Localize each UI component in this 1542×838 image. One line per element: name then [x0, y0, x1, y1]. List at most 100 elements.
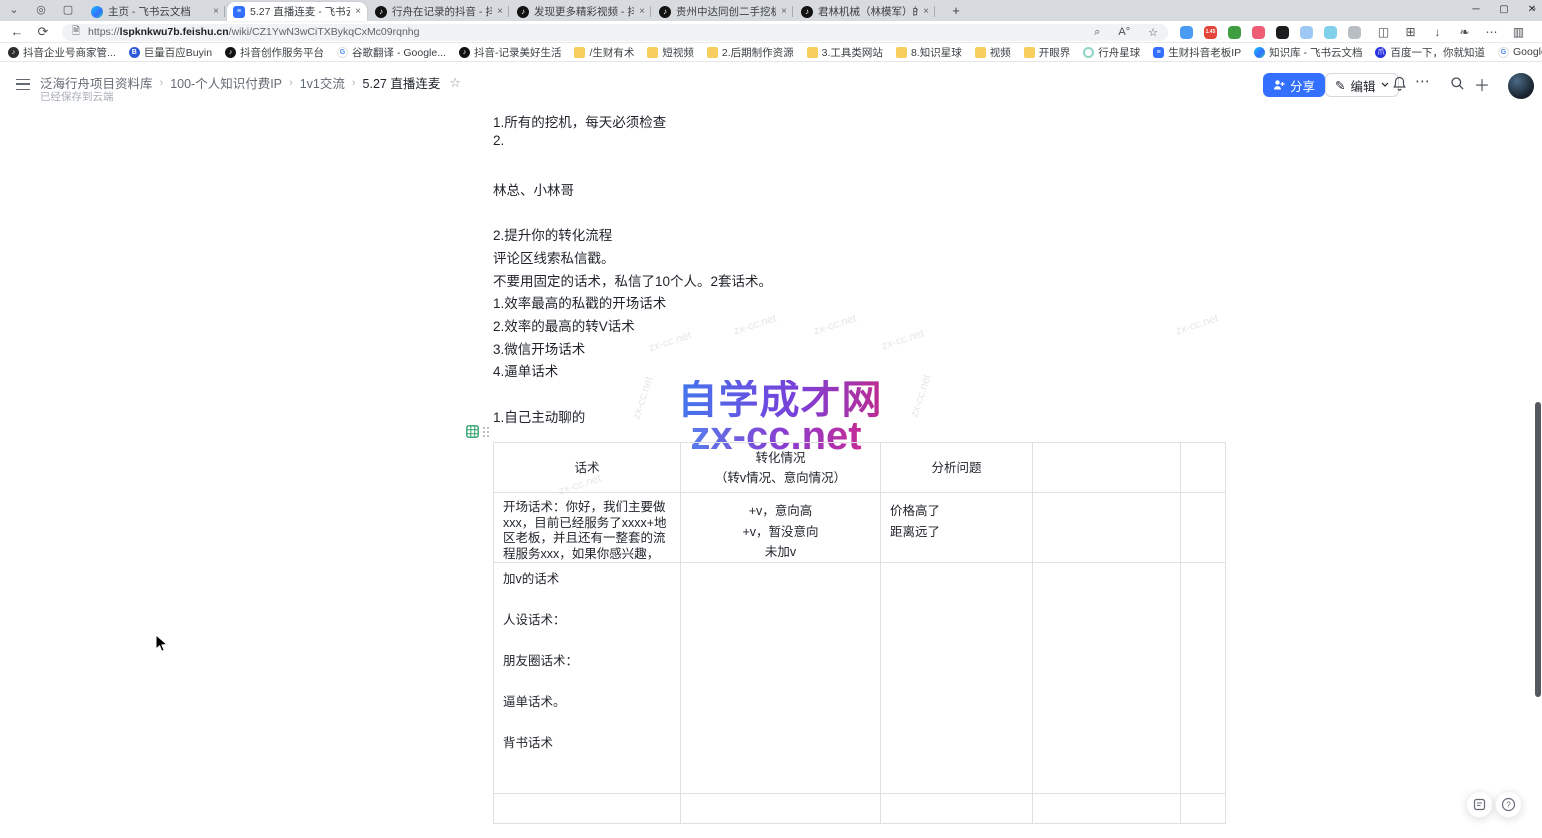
help-button[interactable]: ?: [1495, 791, 1522, 818]
tab-close-icon[interactable]: ×: [213, 6, 219, 17]
bookmark-item[interactable]: 开眼界: [1024, 45, 1071, 60]
ext-dark-square-icon[interactable]: [1276, 26, 1289, 39]
table-cell[interactable]: [494, 794, 681, 824]
tab-close-icon[interactable]: ×: [781, 6, 787, 17]
bookmarks-overflow-chevron[interactable]: ›: [1532, 3, 1536, 15]
table-cell[interactable]: 转化情况（转v情况、意向情况）: [681, 443, 881, 493]
douyin-icon: ♪: [459, 47, 470, 58]
table-cell[interactable]: [1033, 794, 1181, 824]
table-cell[interactable]: 开场话术：你好，我们主要做xxx，目前已经服务了xxxx+地区老板，并且还有一整…: [494, 493, 681, 563]
minimize-button[interactable]: ─: [1462, 0, 1490, 20]
feishu-table[interactable]: 话术转化情况（转v情况、意向情况）分析问题开场话术：你好，我们主要做xxx，目前…: [493, 442, 1226, 824]
favorite-star-icon[interactable]: ☆: [449, 75, 461, 91]
new-tab-button[interactable]: +: [948, 3, 964, 19]
tab-close-icon[interactable]: ×: [923, 6, 929, 17]
share-button[interactable]: 分享: [1263, 73, 1325, 97]
refresh-button[interactable]: ⟳: [34, 23, 52, 41]
browser-tab[interactable]: ♪贵州中达同创二手挖机的抖音 - 抖音×: [653, 2, 793, 21]
bookmark-item[interactable]: 8.知识星球: [896, 45, 962, 60]
table-cell[interactable]: [1181, 794, 1226, 824]
table-cell[interactable]: +v，意向高+v，暂没意向未加v: [681, 493, 881, 563]
tab-close-icon[interactable]: ×: [355, 6, 361, 17]
zoom-page-icon[interactable]: ⌕: [1094, 26, 1100, 39]
bookmark-item[interactable]: 短视频: [647, 45, 694, 60]
table-cell[interactable]: [1181, 563, 1226, 794]
search-icon[interactable]: [1450, 76, 1465, 91]
browser-tab[interactable]: ♪君林机械（林模军）的抖音 - 抖音×: [795, 2, 935, 21]
table-cell[interactable]: 话术: [494, 443, 681, 493]
bookmark-item[interactable]: 行舟星球: [1083, 45, 1140, 60]
add-favorite-star-icon[interactable]: ☆: [1148, 26, 1158, 39]
sidebar-toggle-icon[interactable]: ▥: [1511, 25, 1526, 39]
downloads-icon[interactable]: ↓: [1430, 25, 1445, 39]
ext-pink-square-icon[interactable]: [1252, 26, 1265, 39]
address-bar[interactable]: 🗎 https://lspknkwu7b.feishu.cn/wiki/CZ1Y…: [62, 24, 1168, 41]
table-cell[interactable]: [1033, 493, 1181, 563]
bookmark-item[interactable]: 知识库 - 飞书云文档: [1254, 45, 1362, 60]
tab-actions-icon[interactable]: ▢: [60, 3, 76, 19]
site-info-icon[interactable]: 🗎: [72, 24, 80, 41]
breadcrumb-item[interactable]: 5.27 直播连麦: [363, 73, 441, 92]
ext-paperclip-icon[interactable]: [1300, 26, 1313, 39]
maximize-button[interactable]: ▢: [1490, 0, 1518, 20]
bookmark-item[interactable]: ≡生财抖音老板IP: [1153, 45, 1241, 60]
bookmark-item[interactable]: 视频: [975, 45, 1011, 60]
more-actions-icon[interactable]: ⋯: [1415, 72, 1430, 90]
table-cell[interactable]: [1033, 563, 1181, 794]
table-cell[interactable]: [681, 794, 881, 824]
tab-close-icon[interactable]: ×: [497, 6, 503, 17]
settings-more-icon[interactable]: ⋯: [1484, 25, 1499, 39]
browser-tab[interactable]: ♪行舟在记录的抖音 - 抖音×: [369, 2, 509, 21]
bookmark-item[interactable]: G谷歌翻译 - Google...: [337, 45, 446, 60]
browser-essentials-icon[interactable]: ❧: [1457, 25, 1472, 39]
bookmark-item[interactable]: ♪抖音企业号商家管...: [8, 45, 116, 60]
feishu-header: 泛海行舟项目资料库›100-个人知识付费IP›1v1交流›5.27 直播连麦☆ …: [0, 62, 1542, 104]
breadcrumb-item[interactable]: 1v1交流: [300, 73, 345, 92]
faint-watermark: zx-cc.net: [631, 375, 656, 421]
create-new-icon[interactable]: ＋: [1474, 72, 1490, 96]
bookmark-item[interactable]: ♪抖音-记录美好生活: [459, 45, 562, 60]
tab-close-icon[interactable]: ×: [639, 6, 645, 17]
bookmark-item[interactable]: /生财有术: [574, 45, 634, 60]
table-cell[interactable]: 加v的话术人设话术：朋友圈话术：逼单话术。背书话术: [494, 563, 681, 794]
collections-icon[interactable]: ⊞: [1403, 25, 1418, 39]
bookmark-item[interactable]: GGoogle: [1498, 46, 1542, 58]
read-aloud-icon[interactable]: A°: [1118, 26, 1130, 38]
ext-green-sphere-icon[interactable]: [1228, 26, 1241, 39]
vertical-scrollbar[interactable]: [1535, 402, 1541, 697]
browser-tab[interactable]: 主页 - 飞书云文档×: [85, 2, 225, 21]
table-cell[interactable]: [681, 563, 881, 794]
table-cell[interactable]: [1181, 443, 1226, 493]
table-type-icon[interactable]: [466, 425, 479, 438]
bell-icon[interactable]: [1392, 76, 1407, 92]
back-button[interactable]: ←: [8, 23, 26, 41]
close-button[interactable]: ✕: [1518, 0, 1542, 20]
edit-button[interactable]: ✎ 编辑: [1325, 73, 1399, 97]
table-cell[interactable]: 分析问题: [881, 443, 1033, 493]
avatar[interactable]: [1508, 73, 1534, 99]
bookmark-item[interactable]: ♪抖音创作服务平台: [225, 45, 324, 60]
table-cell[interactable]: [1033, 443, 1181, 493]
table-cell[interactable]: 价格高了距离远了: [881, 493, 1033, 563]
sidebar-toggle-icon[interactable]: [16, 79, 30, 90]
bookmark-item[interactable]: 3.工具类网站: [807, 45, 883, 60]
table-cell[interactable]: [881, 794, 1033, 824]
bookmark-item[interactable]: ⽖百度一下，你就知道: [1375, 45, 1485, 60]
table-drag-handle[interactable]: [483, 427, 490, 438]
table-cell[interactable]: [1181, 493, 1226, 563]
ext-timer-icon[interactable]: 1.45: [1204, 26, 1217, 39]
bookmark-item[interactable]: 2.后期制作资源: [707, 45, 794, 60]
ext-colorful-sphere-icon[interactable]: [1180, 26, 1193, 39]
table-cell[interactable]: [881, 563, 1033, 794]
browser-tab[interactable]: ♪发现更多精彩视频 - 抖音搜索×: [511, 2, 651, 21]
browser-tab[interactable]: ≡5.27 直播连麦 - 飞书云文档×: [227, 2, 367, 21]
ext-gray-crescent-icon[interactable]: [1348, 26, 1361, 39]
ext-blue-circle-icon[interactable]: [1324, 26, 1337, 39]
tab-search-icon[interactable]: ⌄: [6, 3, 22, 19]
breadcrumb-item[interactable]: 100-个人知识付费IP: [170, 73, 282, 92]
split-screen-icon[interactable]: ◫: [1376, 25, 1391, 39]
workspaces-icon[interactable]: ◎: [33, 3, 49, 19]
document-canvas[interactable]: 1.所有的挖机，每天必须检查2.林总、小林哥2.提升你的转化流程评论区线索私信戳…: [0, 104, 1542, 838]
bookmark-item[interactable]: B巨量百应Buyin: [129, 45, 212, 60]
feedback-button[interactable]: [1466, 791, 1493, 818]
